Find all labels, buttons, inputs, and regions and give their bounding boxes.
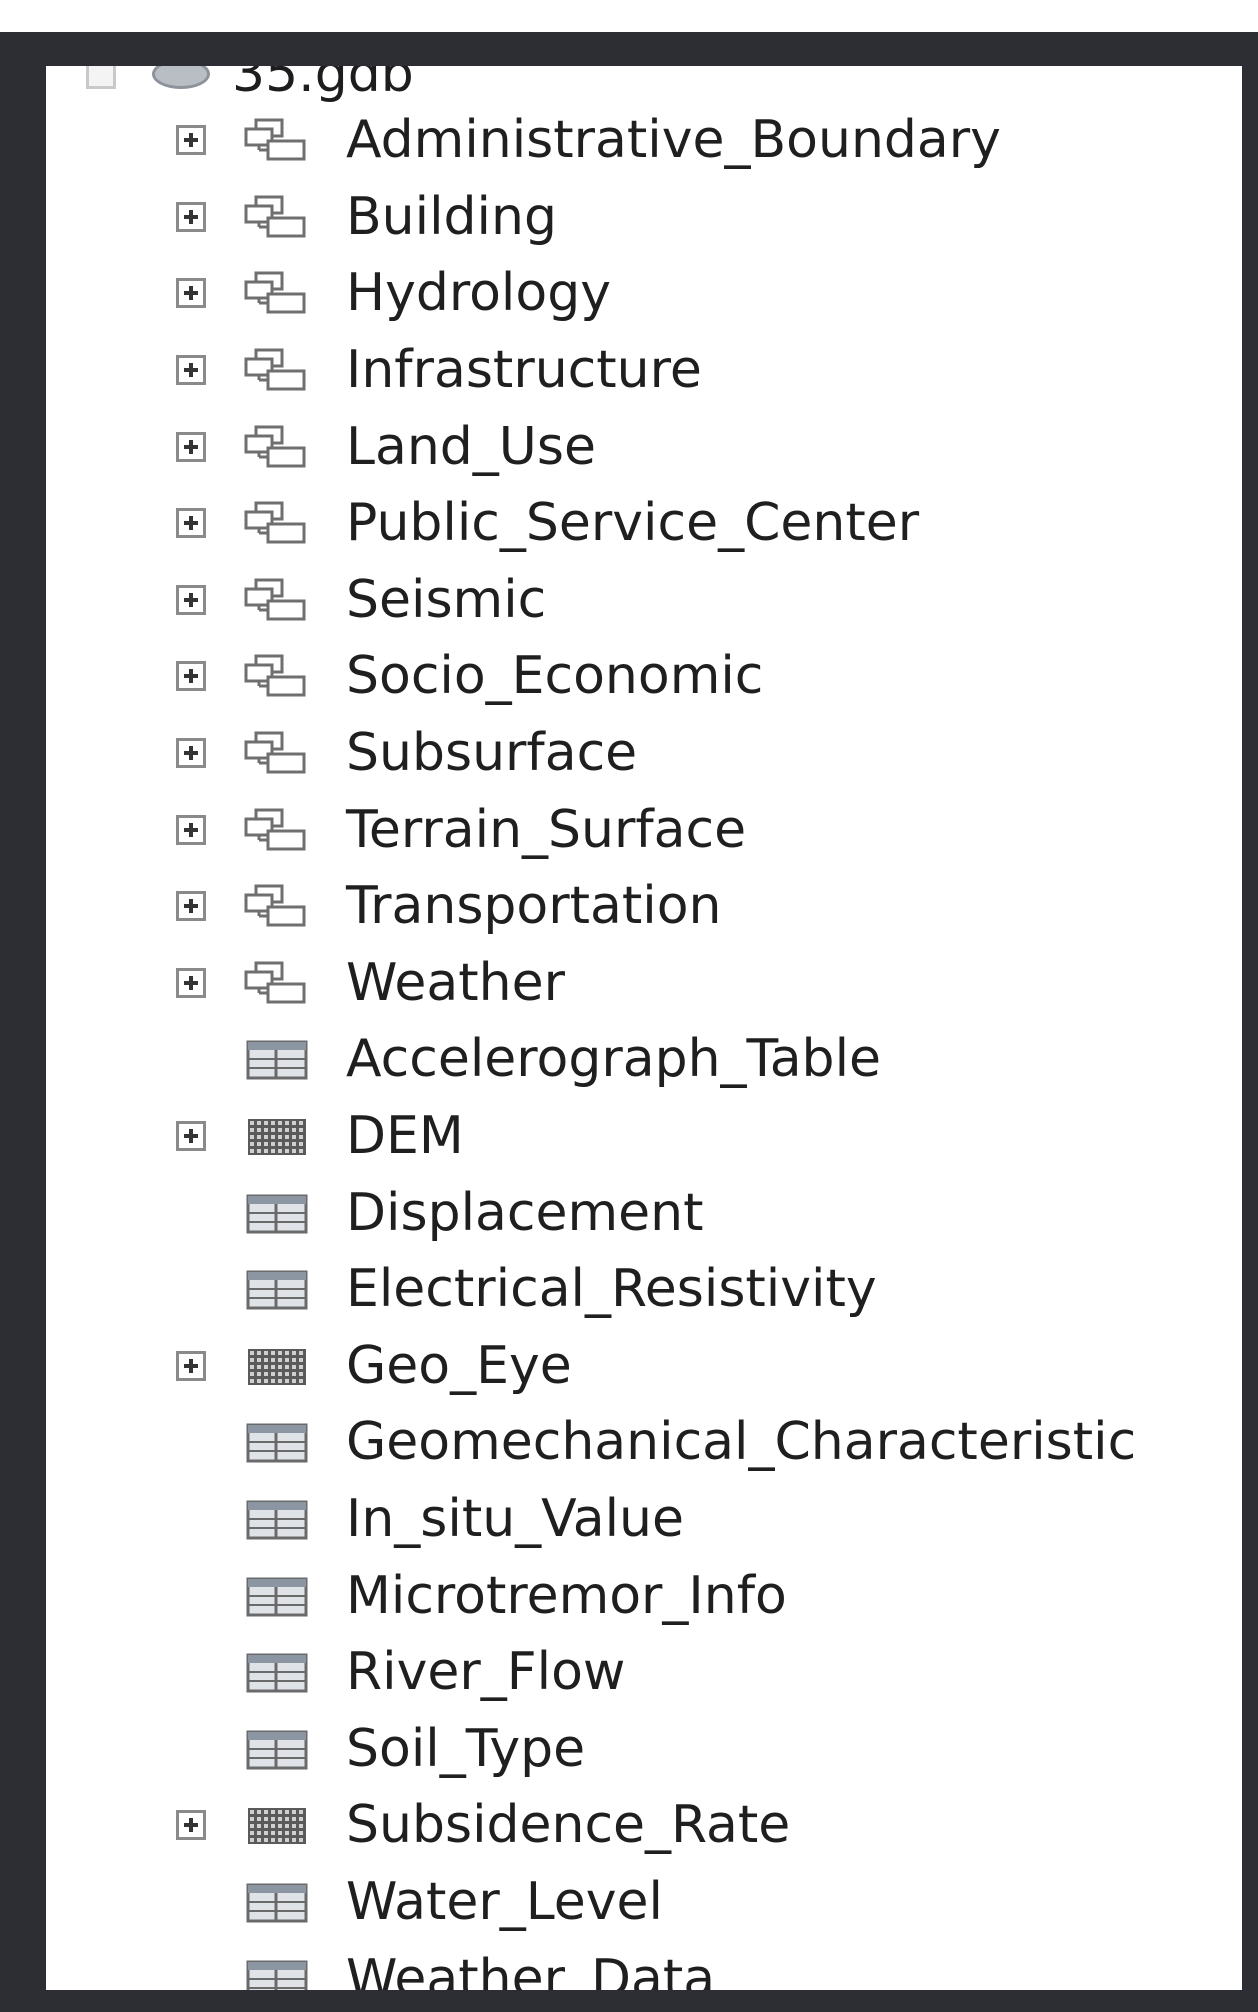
expand-plus-icon[interactable] xyxy=(176,125,206,156)
tree-item-label: Displacement xyxy=(346,1182,704,1243)
expand-plus-icon[interactable] xyxy=(176,661,206,692)
tree-item[interactable]: Geo_Eye xyxy=(46,1328,1242,1405)
expand-plus-icon[interactable] xyxy=(176,1350,206,1381)
tree-item[interactable]: In_situ_Value xyxy=(46,1481,1242,1558)
tree-item-label: River_Flow xyxy=(346,1642,626,1703)
collapse-toggle[interactable] xyxy=(86,66,116,89)
table-icon xyxy=(242,1496,318,1542)
tree-item-label: Weather xyxy=(346,952,565,1013)
feature-dataset-icon xyxy=(242,960,318,1006)
tree-item[interactable]: Soil_Type xyxy=(46,1710,1242,1787)
raster-icon xyxy=(242,1343,318,1389)
tree-item[interactable]: Water_Level xyxy=(46,1864,1242,1941)
tree-item-label: Electrical_Resistivity xyxy=(346,1259,877,1320)
tree-item[interactable]: Infrastructure xyxy=(46,332,1242,409)
feature-dataset-icon xyxy=(242,500,318,546)
tree-item[interactable]: Subsurface xyxy=(46,715,1242,792)
expand-plus-icon[interactable] xyxy=(176,891,206,922)
tree-item[interactable]: Land_Use xyxy=(46,408,1242,485)
expand-plus-icon[interactable] xyxy=(176,1121,206,1152)
feature-dataset-icon xyxy=(242,653,318,699)
tree-item[interactable]: DEM xyxy=(46,1098,1242,1175)
tree-item[interactable]: Weather_Data xyxy=(46,1940,1242,1990)
expand-plus-icon[interactable] xyxy=(176,967,206,998)
tree-item-label: Subsurface xyxy=(346,723,638,784)
tree-item-label: In_situ_Value xyxy=(346,1488,684,1549)
tree-item-label: Geo_Eye xyxy=(346,1335,572,1396)
tree-item[interactable]: Geomechanical_Characteristic xyxy=(46,1404,1242,1481)
feature-dataset-icon xyxy=(242,347,318,393)
tree-item-label: Accelerograph_Table xyxy=(346,1029,882,1090)
catalog-tree-panel[interactable]: 35.gdb Administrative_Boundary Building Hy… xyxy=(46,66,1242,1990)
expand-plus-icon[interactable] xyxy=(176,508,206,539)
tree-item[interactable]: River_Flow xyxy=(46,1634,1242,1711)
tree-item[interactable]: Building xyxy=(46,179,1242,256)
tree-item[interactable]: Microtremor_Info xyxy=(46,1557,1242,1634)
tree-item-label: Infrastructure xyxy=(346,340,702,401)
table-icon xyxy=(242,1266,318,1312)
tree-item-label: Soil_Type xyxy=(346,1718,586,1779)
table-icon xyxy=(242,1036,318,1082)
tree-item-label: Land_Use xyxy=(346,416,596,477)
feature-dataset-icon xyxy=(242,883,318,929)
table-icon xyxy=(242,1190,318,1236)
tree-item-label: Subsidence_Rate xyxy=(346,1795,791,1856)
tree-item[interactable]: Weather xyxy=(46,945,1242,1022)
tree-item-label: Water_Level xyxy=(346,1871,663,1932)
table-icon xyxy=(242,1879,318,1925)
raster-icon xyxy=(242,1802,318,1848)
tree-item-label: Weather_Data xyxy=(346,1948,716,1990)
table-icon xyxy=(242,1573,318,1619)
expand-plus-icon[interactable] xyxy=(176,431,206,462)
feature-dataset-icon xyxy=(242,194,318,240)
feature-dataset-icon xyxy=(242,577,318,623)
tree-item-label: Terrain_Surface xyxy=(346,799,747,860)
tree-item[interactable]: Socio_Economic xyxy=(46,638,1242,715)
tree-item[interactable]: Subsidence_Rate xyxy=(46,1787,1242,1864)
expand-plus-icon[interactable] xyxy=(176,278,206,309)
feature-dataset-icon xyxy=(242,117,318,163)
tree-item-label: Seismic xyxy=(346,569,547,630)
tree-item[interactable]: Seismic xyxy=(46,562,1242,639)
expand-plus-icon[interactable] xyxy=(176,738,206,769)
feature-dataset-icon xyxy=(242,270,318,316)
tree-item-label: Socio_Economic xyxy=(346,646,764,707)
tree-item[interactable]: Accelerograph_Table xyxy=(46,1021,1242,1098)
table-icon xyxy=(242,1649,318,1695)
tree-item-label: Administrative_Boundary xyxy=(346,110,1001,171)
tree-item[interactable]: Transportation xyxy=(46,868,1242,945)
geodatabase-icon xyxy=(152,66,210,89)
feature-dataset-icon xyxy=(242,730,318,776)
feature-dataset-icon xyxy=(242,807,318,853)
table-icon xyxy=(242,1726,318,1772)
tree-item[interactable]: Terrain_Surface xyxy=(46,791,1242,868)
expand-plus-icon[interactable] xyxy=(176,814,206,845)
raster-icon xyxy=(242,1113,318,1159)
window-frame: 35.gdb Administrative_Boundary Building Hy… xyxy=(0,32,1258,2012)
expand-plus-icon[interactable] xyxy=(176,201,206,232)
tree-item-label: DEM xyxy=(346,1106,464,1167)
tree-item[interactable]: Public_Service_Center xyxy=(46,485,1242,562)
tree-item[interactable]: Displacement xyxy=(46,1174,1242,1251)
table-icon xyxy=(242,1956,318,1990)
tree-item-label: Geomechanical_Characteristic xyxy=(346,1412,1137,1473)
expand-plus-icon[interactable] xyxy=(176,584,206,615)
tree-item-label: Building xyxy=(346,186,557,247)
table-icon xyxy=(242,1419,318,1465)
catalog-tree: Administrative_Boundary Building Hydrology… xyxy=(46,102,1242,1990)
tree-item-label: Public_Service_Center xyxy=(346,493,920,554)
tree-item-label: Hydrology xyxy=(346,263,611,324)
tree-item[interactable]: Administrative_Boundary xyxy=(46,102,1242,179)
feature-dataset-icon xyxy=(242,424,318,470)
expand-plus-icon[interactable] xyxy=(176,1810,206,1841)
expand-plus-icon[interactable] xyxy=(176,355,206,386)
tree-item-label: Microtremor_Info xyxy=(346,1565,787,1626)
tree-item-label: Transportation xyxy=(346,876,722,937)
tree-item[interactable]: Hydrology xyxy=(46,255,1242,332)
tree-item[interactable]: Electrical_Resistivity xyxy=(46,1251,1242,1328)
